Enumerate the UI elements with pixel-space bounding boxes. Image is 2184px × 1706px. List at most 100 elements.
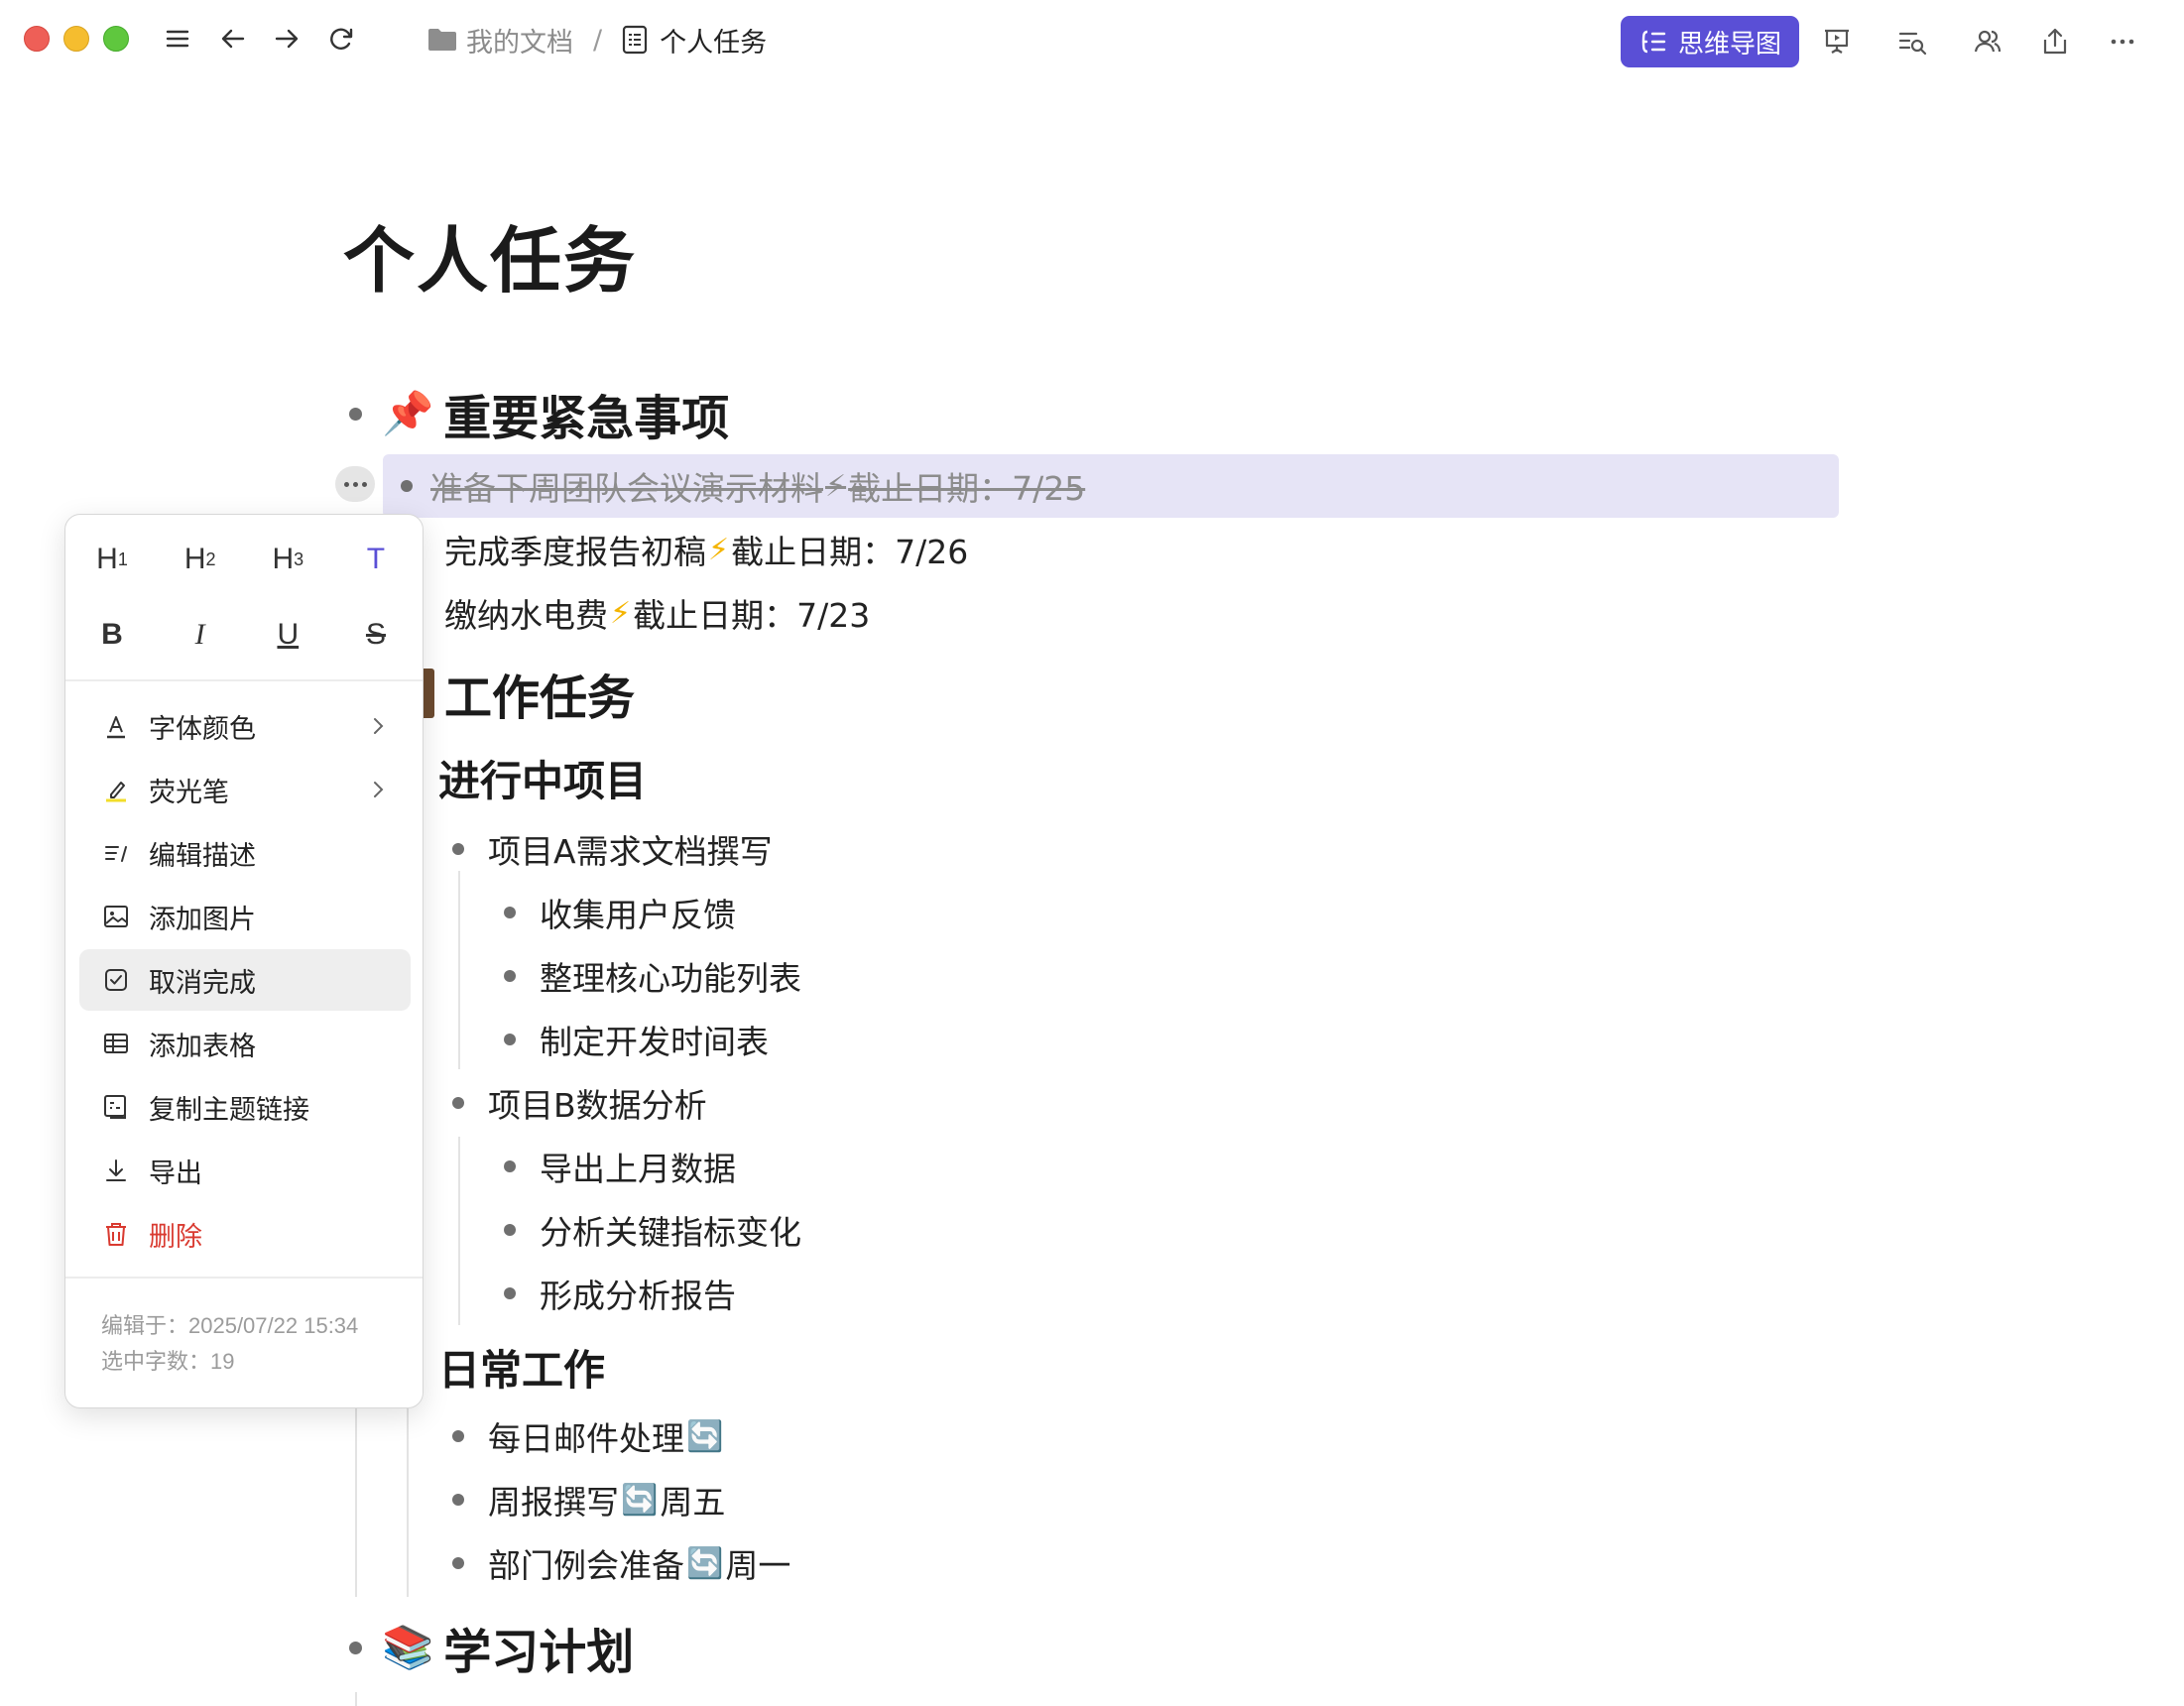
bullet [504, 1287, 516, 1299]
bold-button[interactable]: B [85, 608, 139, 662]
more-options-icon[interactable] [2103, 22, 2142, 61]
bullet [401, 480, 413, 492]
title-bar: 我的文档 / 个人任务 思维导图 [0, 0, 2184, 81]
copy-topic-link-menu-item[interactable]: 复制主题链接 [79, 1076, 411, 1138]
list-item[interactable]: 导出上月数据 [504, 1143, 736, 1190]
lightning-icon: ⚡ [708, 532, 730, 567]
list-item[interactable]: 制定开发时间表 [504, 1016, 769, 1063]
mindmap-button[interactable]: 思维导图 [1621, 16, 1799, 67]
bullet [349, 1641, 362, 1654]
breadcrumb: 我的文档 / 个人任务 [426, 18, 767, 61]
subsection-heading: 日常工作 [438, 1346, 606, 1395]
italic-button[interactable]: I [174, 608, 227, 662]
list-item[interactable]: 完成季度报告初稿 ⚡ 截止日期：7/26 [444, 526, 968, 573]
task-deadline: 截止日期：7/23 [633, 596, 871, 635]
maximize-window-button[interactable] [103, 26, 129, 52]
bullet [504, 907, 516, 918]
menu-item-label: 字体颜色 [149, 713, 256, 745]
task-text: 缴纳水电费 [444, 596, 608, 635]
item-text: 每日邮件处理 [488, 1419, 684, 1458]
refresh-icon[interactable] [322, 20, 360, 58]
mindmap-button-label: 思维导图 [1677, 29, 1781, 60]
download-icon [101, 1156, 131, 1185]
list-item[interactable]: 部门例会准备 🔄 周一 [452, 1539, 790, 1587]
share-icon[interactable] [2035, 22, 2075, 61]
section-work[interactable]: 工作任务 [421, 659, 635, 728]
sidebar-toggle-icon[interactable] [159, 20, 196, 58]
section-heading: 学习计划 [443, 1625, 635, 1680]
item-suffix: 周五 [660, 1483, 726, 1522]
minimize-window-button[interactable] [63, 26, 89, 52]
list-item[interactable]: 形成分析报告 [504, 1270, 736, 1317]
text-style-button[interactable]: T [349, 533, 403, 586]
bullet [349, 407, 362, 421]
drag-handle[interactable] [335, 466, 375, 502]
list-item[interactable]: 周报撰写 🔄 周五 [452, 1476, 725, 1523]
outline-guide-line [458, 871, 460, 1069]
pushpin-icon: 📌 [382, 389, 434, 437]
menu-item-label: 编辑描述 [149, 840, 256, 872]
underline-button[interactable]: U [261, 608, 314, 662]
bullet [452, 1097, 464, 1109]
add-table-menu-item[interactable]: 添加表格 [79, 1013, 411, 1074]
section-urgent[interactable]: 📌 重要紧急事项 [349, 379, 729, 448]
section-study[interactable]: 📚 学习计划 [349, 1613, 634, 1682]
task-text: 完成季度报告初稿 [444, 533, 706, 571]
list-item[interactable]: 收集用户反馈 [504, 889, 736, 936]
repeat-icon: 🔄 [621, 1482, 659, 1518]
uncomplete-menu-item[interactable]: 取消完成 [79, 949, 411, 1011]
edit-description-icon [101, 838, 131, 868]
section-heading: 重要紧急事项 [443, 391, 730, 446]
task-deadline: 截止日期：7/25 [848, 469, 1086, 508]
list-item[interactable]: 每日邮件处理 🔄 [452, 1412, 725, 1460]
list-item-project-b[interactable]: 项目B数据分析 [452, 1079, 707, 1127]
forward-arrow-icon[interactable] [268, 20, 305, 58]
breadcrumb-folder-label: 我的文档 [466, 27, 573, 59]
page-title[interactable]: 个人任务 [343, 202, 637, 306]
breadcrumb-document[interactable]: 个人任务 [622, 21, 767, 60]
close-window-button[interactable] [24, 26, 50, 52]
item-text: 整理核心功能列表 [540, 959, 801, 998]
list-item-project-a[interactable]: 项目A需求文档撰写 [452, 825, 773, 873]
lightning-icon: ⚡ [610, 595, 632, 631]
highlighter-menu-item[interactable]: 荧光笔 [79, 759, 411, 820]
folder-icon [428, 29, 456, 51]
list-item[interactable]: 整理核心功能列表 [504, 952, 801, 1000]
checkbox-icon [101, 965, 131, 995]
heading-format-row: H1 H2 H3 T [85, 533, 403, 586]
font-color-menu-item[interactable]: 字体颜色 [79, 695, 411, 757]
menu-item-label: 荧光笔 [149, 777, 229, 808]
menu-item-label: 复制主题链接 [149, 1094, 309, 1126]
breadcrumb-folder[interactable]: 我的文档 [426, 21, 573, 60]
list-item[interactable]: 缴纳水电费 ⚡ 截止日期：7/23 [444, 589, 870, 637]
bullet [504, 970, 516, 982]
repeat-icon: 🔄 [686, 1418, 724, 1454]
subsection-in-progress[interactable]: 进行中项目 [438, 748, 647, 808]
context-menu: H1 H2 H3 T B I U S 字体颜色 荧光笔 编辑描述 添加图片 取消… [64, 514, 424, 1408]
presentation-icon[interactable] [1817, 22, 1857, 61]
edit-description-menu-item[interactable]: 编辑描述 [79, 822, 411, 884]
export-menu-item[interactable]: 导出 [79, 1140, 411, 1201]
list-item[interactable]: 分析关键指标变化 [504, 1206, 801, 1254]
heading-2-button[interactable]: H2 [174, 533, 227, 586]
list-item-completed[interactable]: 准备下周团队会议演示材料 ⚡ 截止日期：7/25 [401, 462, 1085, 510]
outline-search-icon[interactable] [1892, 22, 1932, 61]
edited-timestamp: 编辑于：2025/07/22 15:34 [101, 1313, 359, 1338]
strikethrough-button[interactable]: S [349, 608, 403, 662]
collaborators-icon[interactable] [1968, 22, 2007, 61]
bullet [452, 1557, 464, 1569]
heading-3-button[interactable]: H3 [261, 533, 314, 586]
copy-link-icon [101, 1092, 131, 1122]
back-arrow-icon[interactable] [214, 20, 252, 58]
menu-divider [65, 679, 423, 681]
subsection-daily[interactable]: 日常工作 [438, 1337, 605, 1398]
table-icon [101, 1029, 131, 1058]
item-text: 项目B数据分析 [488, 1086, 707, 1125]
item-text: 形成分析报告 [540, 1277, 736, 1315]
task-text: 准备下周团队会议演示材料 [430, 469, 823, 508]
delete-menu-item[interactable]: 删除 [79, 1203, 411, 1265]
heading-1-button[interactable]: H1 [85, 533, 139, 586]
add-image-menu-item[interactable]: 添加图片 [79, 886, 411, 947]
menu-item-label: 添加表格 [149, 1031, 256, 1062]
subsection-heading: 进行中项目 [438, 757, 648, 805]
